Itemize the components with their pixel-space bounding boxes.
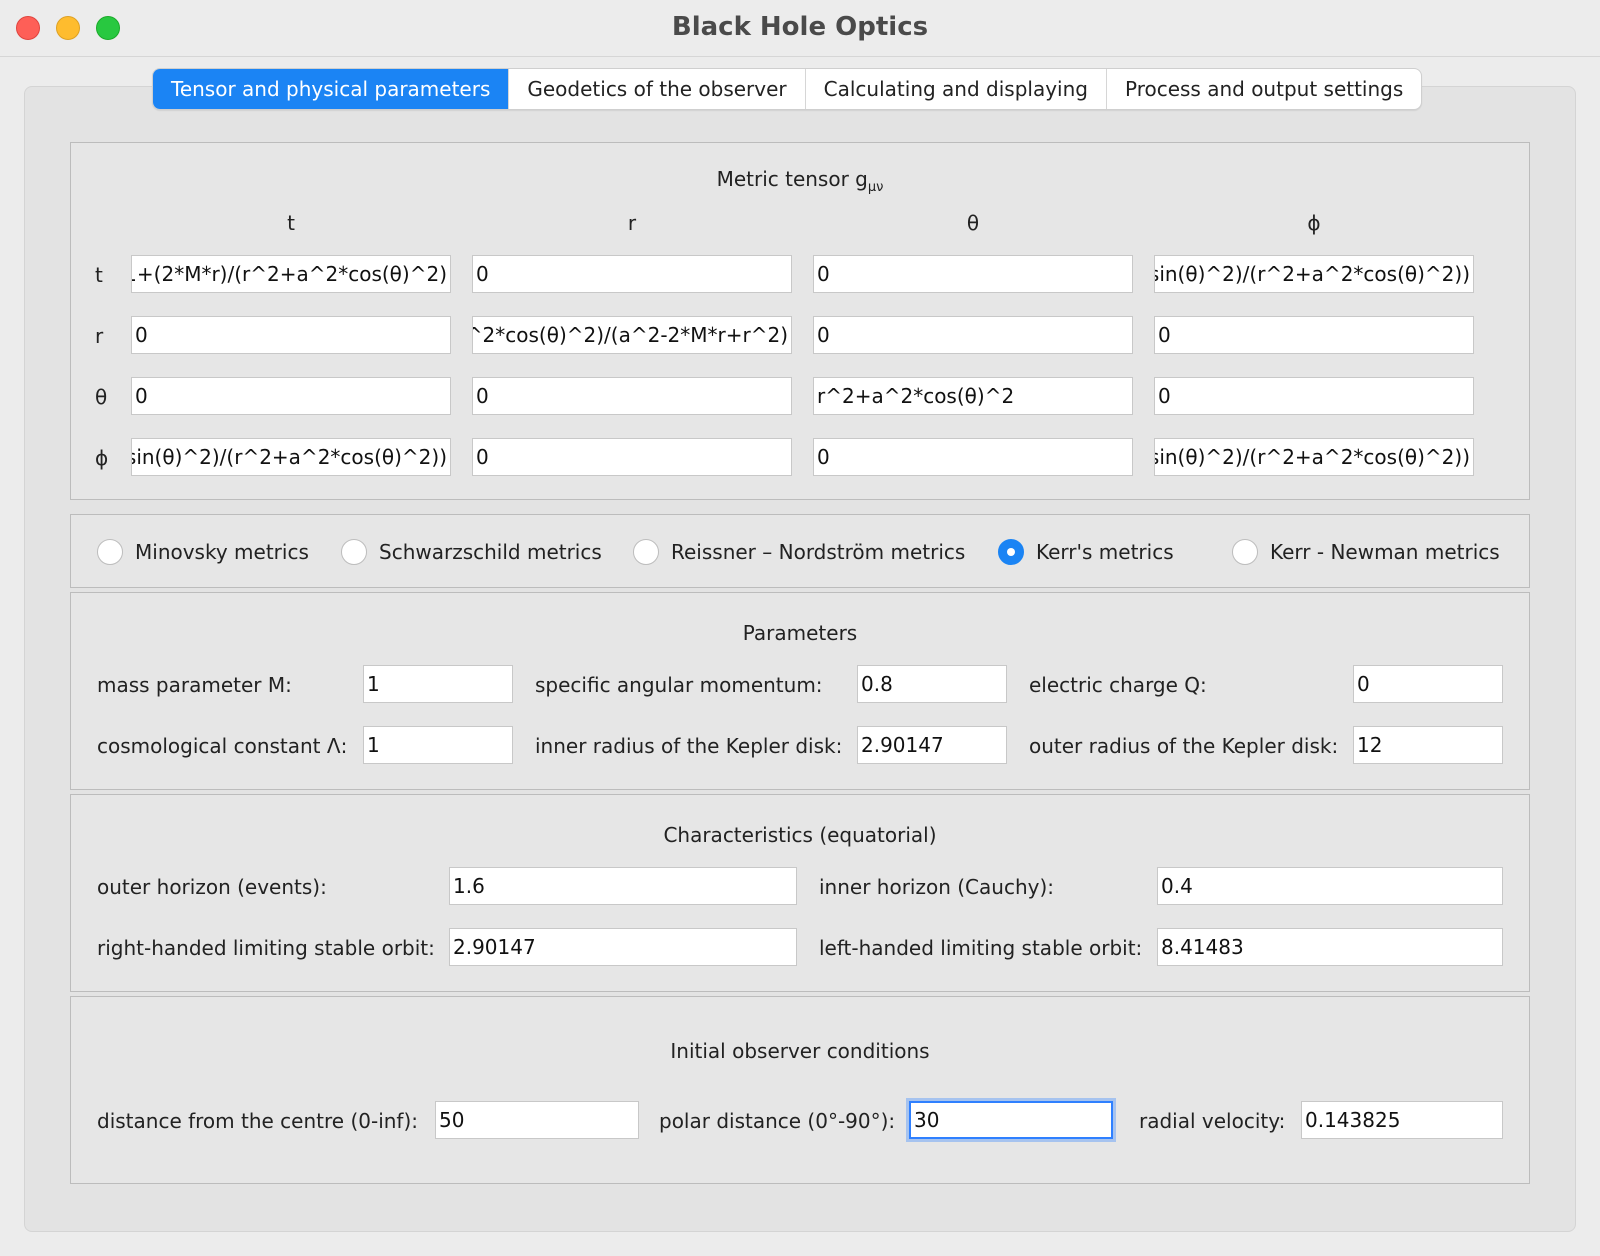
outer-horizon-field[interactable]: 1.6: [449, 867, 797, 905]
radio-kerr-newman[interactable]: Kerr - Newman metrics: [1232, 537, 1500, 567]
radio-reissner-nordstrom[interactable]: Reissner – Nordström metrics: [633, 537, 965, 567]
tab-bar: Tensor and physical parameters Geodetics…: [152, 68, 1423, 110]
characteristics-group: Characteristics (equatorial) outer horiz…: [70, 794, 1530, 992]
inner-disk-field[interactable]: 2.90147: [857, 726, 1007, 764]
radio-circle: [341, 539, 367, 565]
column-header-t: t: [287, 211, 295, 235]
row-header-phi: ϕ: [95, 446, 109, 470]
metric-cell-r-phi[interactable]: 0: [1154, 316, 1474, 354]
radio-circle-selected: [998, 539, 1024, 565]
column-header-theta: θ: [966, 211, 980, 235]
inner-horizon-field[interactable]: 0.4: [1157, 867, 1503, 905]
polar-label: polar distance (0°-90°):: [659, 1109, 896, 1133]
right-orbit-label: right-handed limiting stable orbit:: [97, 936, 435, 960]
outer-disk-label: outer radius of the Kepler disk:: [1029, 734, 1339, 758]
angmom-field[interactable]: 0.8: [857, 665, 1007, 703]
metric-tensor-title: Metric tensor gμν: [716, 167, 884, 195]
right-orbit-field[interactable]: 2.90147: [449, 928, 797, 966]
radio-circle: [633, 539, 659, 565]
outer-horizon-label: outer horizon (events):: [97, 875, 327, 899]
metric-cell-theta-t[interactable]: 0: [131, 377, 451, 415]
parameters-title: Parameters: [742, 621, 858, 645]
velocity-label: radial velocity:: [1139, 1109, 1286, 1133]
metric-cell-phi-theta[interactable]: 0: [813, 438, 1133, 476]
row-header-t: t: [95, 263, 103, 287]
metric-cell-phi-phi[interactable]: r*sin(θ)^2)/(r^2+a^2*cos(θ)^2)): [1154, 438, 1474, 476]
metric-cell-t-phi[interactable]: r*sin(θ)^2)/(r^2+a^2*cos(θ)^2)): [1154, 255, 1474, 293]
tab-tensor-physical[interactable]: Tensor and physical parameters: [153, 69, 510, 109]
metric-cell-phi-r[interactable]: 0: [472, 438, 792, 476]
radio-circle: [97, 539, 123, 565]
metric-tensor-group: Metric tensor gμν t r θ ϕ t r θ ϕ -1+(2*…: [70, 142, 1530, 500]
polar-field[interactable]: 30: [909, 1101, 1113, 1139]
metric-type-group: Minovsky metrics Schwarzschild metrics R…: [70, 514, 1530, 588]
observer-title: Initial observer conditions: [670, 1039, 930, 1063]
parameters-group: Parameters mass parameter M: 1 specific …: [70, 592, 1530, 790]
column-header-r: r: [627, 211, 637, 235]
metric-cell-r-theta[interactable]: 0: [813, 316, 1133, 354]
cosmo-label: cosmological constant Λ:: [97, 734, 348, 758]
left-orbit-label: left-handed limiting stable orbit:: [819, 936, 1143, 960]
metric-cell-phi-t[interactable]: r*sin(θ)^2)/(r^2+a^2*cos(θ)^2)): [131, 438, 451, 476]
row-header-theta: θ: [95, 385, 108, 409]
tab-calculating-displaying[interactable]: Calculating and displaying: [806, 69, 1107, 109]
radio-minovsky[interactable]: Minovsky metrics: [97, 537, 309, 567]
metric-cell-r-t[interactable]: 0: [131, 316, 451, 354]
metric-cell-theta-theta[interactable]: r^2+a^2*cos(θ)^2: [813, 377, 1133, 415]
left-orbit-field[interactable]: 8.41483: [1157, 928, 1503, 966]
mass-label: mass parameter M:: [97, 673, 292, 697]
metric-cell-t-r[interactable]: 0: [472, 255, 792, 293]
metric-cell-r-r[interactable]: a^2*cos(θ)^2)/(a^2-2*M*r+r^2): [472, 316, 792, 354]
charge-label: electric charge Q:: [1029, 673, 1207, 697]
radio-circle: [1232, 539, 1258, 565]
cosmo-field[interactable]: 1: [363, 726, 513, 764]
title-bar: Black Hole Optics: [0, 0, 1600, 57]
angmom-label: specific angular momentum:: [535, 673, 823, 697]
row-header-r: r: [95, 324, 104, 348]
distance-label: distance from the centre (0-inf):: [97, 1109, 419, 1133]
tab-geodetics-observer[interactable]: Geodetics of the observer: [509, 69, 806, 109]
charge-field[interactable]: 0: [1353, 665, 1503, 703]
metric-cell-t-theta[interactable]: 0: [813, 255, 1133, 293]
metric-cell-theta-r[interactable]: 0: [472, 377, 792, 415]
column-header-phi: ϕ: [1307, 211, 1321, 235]
characteristics-title: Characteristics (equatorial): [663, 823, 937, 847]
radio-kerr[interactable]: Kerr's metrics: [998, 537, 1174, 567]
radio-schwarzschild[interactable]: Schwarzschild metrics: [341, 537, 602, 567]
metric-cell-t-t[interactable]: -1+(2*M*r)/(r^2+a^2*cos(θ)^2): [131, 255, 451, 293]
metric-cell-theta-phi[interactable]: 0: [1154, 377, 1474, 415]
window-title: Black Hole Optics: [671, 12, 929, 42]
inner-horizon-label: inner horizon (Cauchy):: [819, 875, 1054, 899]
inner-disk-label: inner radius of the Kepler disk:: [535, 734, 843, 758]
velocity-field[interactable]: 0.143825: [1301, 1101, 1503, 1139]
mass-field[interactable]: 1: [363, 665, 513, 703]
observer-group: Initial observer conditions distance fro…: [70, 996, 1530, 1184]
outer-disk-field[interactable]: 12: [1353, 726, 1503, 764]
tab-process-output[interactable]: Process and output settings: [1107, 69, 1421, 109]
distance-field[interactable]: 50: [435, 1101, 639, 1139]
